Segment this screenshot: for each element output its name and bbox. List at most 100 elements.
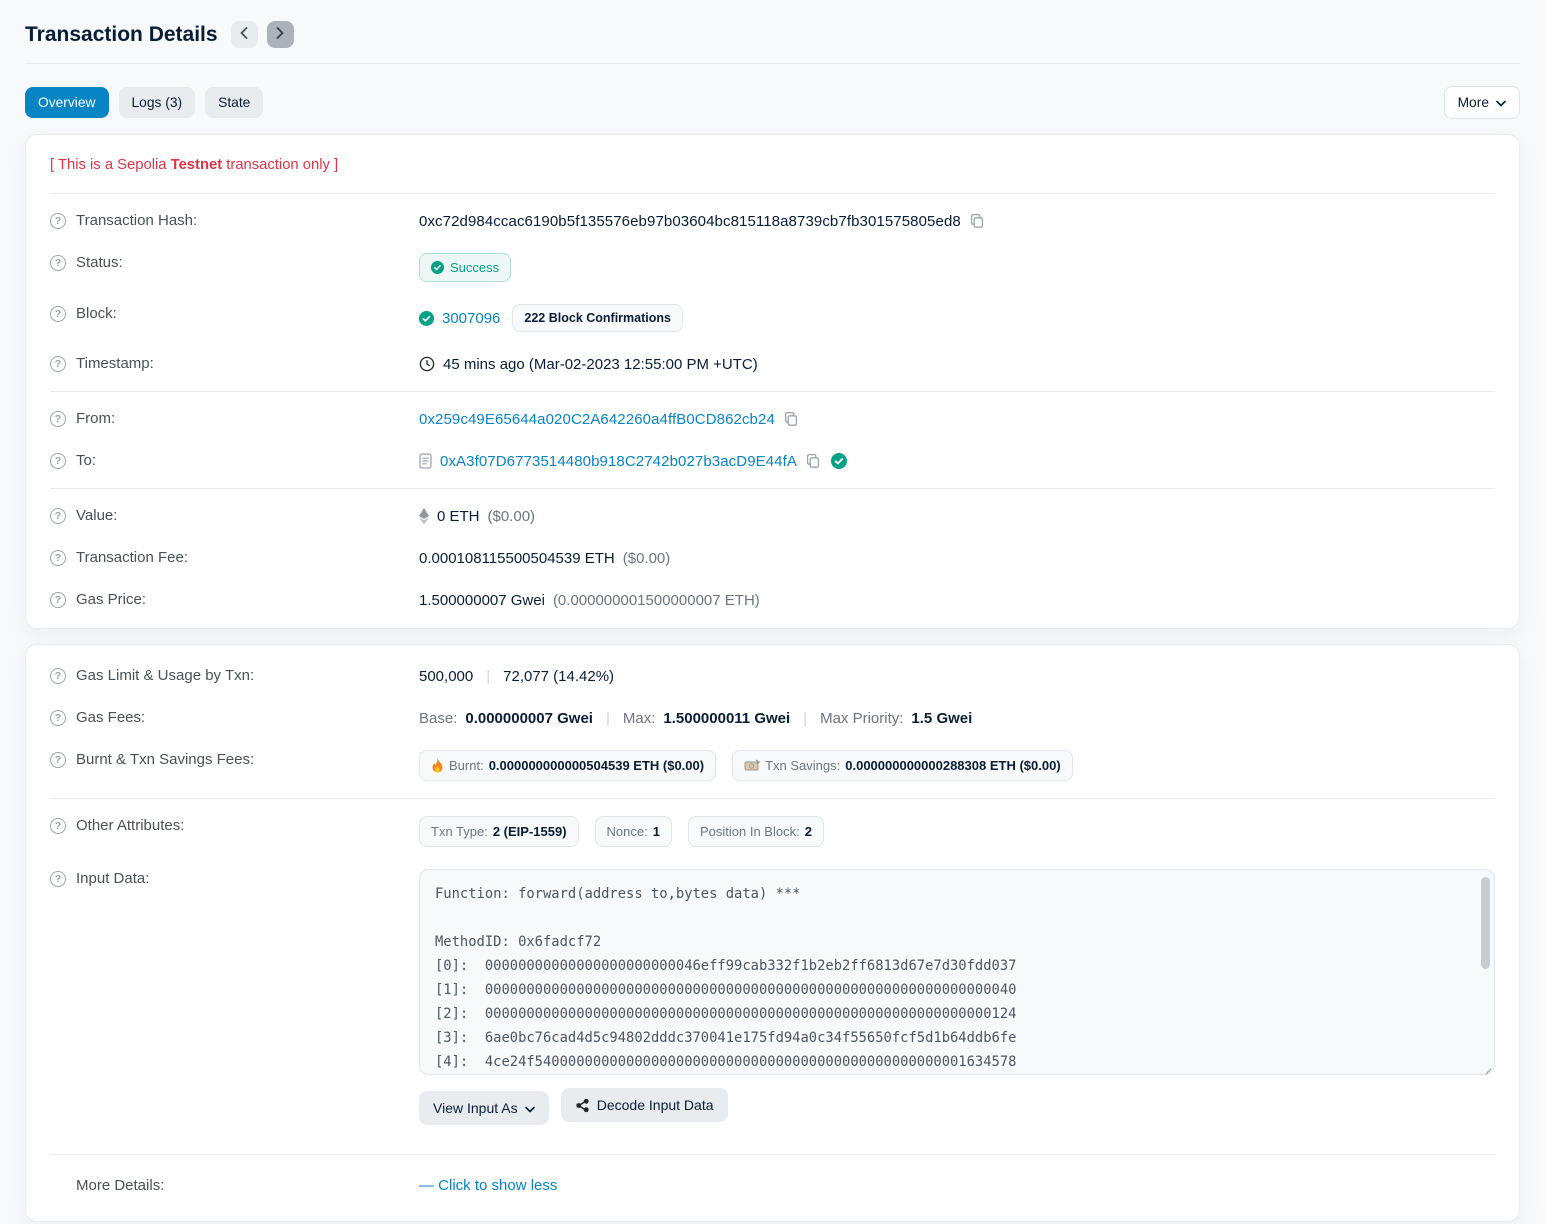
burnt-label: Burnt: [449, 758, 484, 773]
check-circle-icon [431, 261, 444, 274]
input-data-line: [4]: 4ce24f54000000000000000000000000000… [435, 1050, 1460, 1074]
money-savings-icon [744, 759, 760, 772]
other-attributes-label: Other Attributes: [76, 817, 184, 834]
block-label: Block: [76, 305, 117, 322]
status-row: ? Status: Success [50, 242, 1495, 293]
header-divider [25, 63, 1520, 64]
input-data-line: [0]: 00000000000000000000000046eff99cab3… [435, 954, 1460, 978]
burnt-value: 0.000000000000504539 ETH ($0.00) [489, 758, 704, 773]
input-data-line: [1]: 00000000000000000000000000000000000… [435, 978, 1460, 1002]
from-label: From: [76, 410, 115, 427]
block-confirmations-badge: 222 Block Confirmations [512, 304, 683, 332]
txn-savings-label: Txn Savings: [765, 758, 840, 773]
chevron-right-icon [276, 27, 284, 42]
base-fee-value: 0.000000007 Gwei [465, 710, 593, 727]
flame-icon [431, 758, 444, 773]
txn-savings-value: 0.000000000000288308 ETH ($0.00) [845, 758, 1060, 773]
input-data-label: Input Data: [76, 870, 149, 887]
divider [50, 1154, 1495, 1155]
tab-logs[interactable]: Logs (3) [119, 87, 196, 118]
testnet-notice: [ This is a Sepolia Testnet transaction … [50, 142, 1495, 187]
tabs: Overview Logs (3) State [25, 87, 263, 118]
testnet-notice-bold: Testnet [171, 157, 223, 173]
scrollbar-thumb[interactable] [1481, 877, 1490, 969]
tab-overview[interactable]: Overview [25, 87, 109, 118]
from-row: ? From: 0x259c49E65644a020C2A642260a4ffB… [50, 398, 1495, 440]
more-details-label: More Details: [76, 1177, 164, 1194]
max-fee-value: 1.500000011 Gwei [663, 710, 790, 727]
resize-grip-icon[interactable] [1481, 1061, 1492, 1072]
contract-file-icon [419, 453, 432, 469]
divider [50, 798, 1495, 799]
base-fee-label: Base: [419, 710, 457, 727]
input-data-line: MethodID: 0x6fadcf72 [435, 930, 1460, 954]
input-data-line: [3]: 6ae0bc76cad4d5c94802dddc370041e175f… [435, 1026, 1460, 1050]
copy-icon[interactable] [805, 453, 821, 469]
copy-icon[interactable] [783, 411, 799, 427]
input-data-buttons: View Input As Decode Input Data [419, 1075, 1495, 1137]
txn-type-value: 2 (EIP-1559) [493, 824, 567, 839]
help-icon: ? [50, 453, 66, 469]
decode-input-data-button[interactable]: Decode Input Data [561, 1088, 728, 1122]
burnt-savings-row: ? Burnt & Txn Savings Fees: Burnt: 0.000… [50, 739, 1495, 792]
transaction-fee-amount: 0.000108115500504539 ETH [419, 550, 615, 567]
value-label: Value: [76, 507, 117, 524]
input-data-line: [5]: 5d8a0000000000000000000000000000000… [435, 1074, 1460, 1075]
testnet-notice-suffix: transaction only ] [222, 157, 338, 173]
input-data-line: [2]: 00000000000000000000000000000000000… [435, 1002, 1460, 1026]
divider [50, 193, 1495, 194]
chevron-down-icon [525, 1100, 535, 1116]
position-in-block-label: Position In Block: [700, 824, 800, 839]
tab-state[interactable]: State [205, 87, 263, 118]
transaction-fee-row: ? Transaction Fee: 0.000108115500504539 … [50, 537, 1495, 579]
position-in-block-badge: Position In Block: 2 [688, 816, 824, 847]
help-icon: ? [50, 550, 66, 566]
burnt-savings-label: Burnt & Txn Savings Fees: [76, 751, 254, 768]
gas-price-row: ? Gas Price: 1.500000007 Gwei (0.0000000… [50, 579, 1495, 621]
to-address-link[interactable]: 0xA3f07D6773514480b918C2742b027b3acD9E44… [440, 453, 797, 470]
gas-fees-label: Gas Fees: [76, 709, 145, 726]
gas-price-eth: (0.000000001500000007 ETH) [553, 592, 760, 609]
chevron-down-icon [1496, 95, 1506, 110]
txn-type-badge: Txn Type: 2 (EIP-1559) [419, 816, 579, 847]
max-priority-fee-label: Max Priority: [820, 710, 903, 727]
txn-type-label: Txn Type: [431, 824, 488, 839]
transaction-hash-row: ? Transaction Hash: 0xc72d984ccac6190b5f… [50, 200, 1495, 242]
to-label: To: [76, 452, 96, 469]
clock-icon [419, 356, 435, 372]
nonce-badge: Nonce: 1 [595, 816, 672, 847]
decode-icon [575, 1098, 590, 1113]
check-circle-icon [419, 311, 434, 326]
overview-card: [ This is a Sepolia Testnet transaction … [25, 134, 1520, 629]
nonce-value: 1 [653, 824, 660, 839]
burnt-fee-badge: Burnt: 0.000000000000504539 ETH ($0.00) [419, 750, 716, 781]
max-priority-fee-value: 1.5 Gwei [911, 710, 972, 727]
input-data-line [435, 906, 1460, 930]
input-data-textarea[interactable]: Function: forward(address to,bytes data)… [419, 869, 1495, 1075]
timestamp-row: ? Timestamp: 45 mins ago (Mar-02-2023 12… [50, 343, 1495, 385]
status-badge-label: Success [450, 260, 499, 275]
help-icon: ? [50, 356, 66, 372]
separator: | [601, 710, 615, 727]
show-less-link[interactable]: — Click to show less [419, 1177, 557, 1194]
view-input-as-button[interactable]: View Input As [419, 1091, 549, 1125]
help-icon: ? [50, 752, 66, 768]
other-attributes-row: ? Other Attributes: Txn Type: 2 (EIP-155… [50, 805, 1495, 858]
more-dropdown-button[interactable]: More [1444, 86, 1520, 119]
help-icon: ? [50, 508, 66, 524]
transaction-hash-value: 0xc72d984ccac6190b5f135576eb97b03604bc81… [419, 213, 961, 230]
next-transaction-button[interactable] [267, 21, 294, 48]
from-address-link[interactable]: 0x259c49E65644a020C2A642260a4ffB0CD862cb… [419, 411, 775, 428]
help-icon: ? [50, 818, 66, 834]
previous-transaction-button[interactable] [231, 21, 258, 48]
details-card: ? Gas Limit & Usage by Txn: 500,000 | 72… [25, 644, 1520, 1222]
transaction-fee-usd: ($0.00) [623, 550, 671, 567]
divider [50, 488, 1495, 489]
page-title: Transaction Details [25, 23, 218, 47]
block-number-link[interactable]: 3007096 [442, 310, 500, 327]
ethereum-icon [419, 508, 429, 524]
gas-price-label: Gas Price: [76, 591, 146, 608]
copy-icon[interactable] [969, 213, 985, 229]
view-input-as-label: View Input As [433, 1100, 518, 1116]
help-icon: ? [50, 592, 66, 608]
